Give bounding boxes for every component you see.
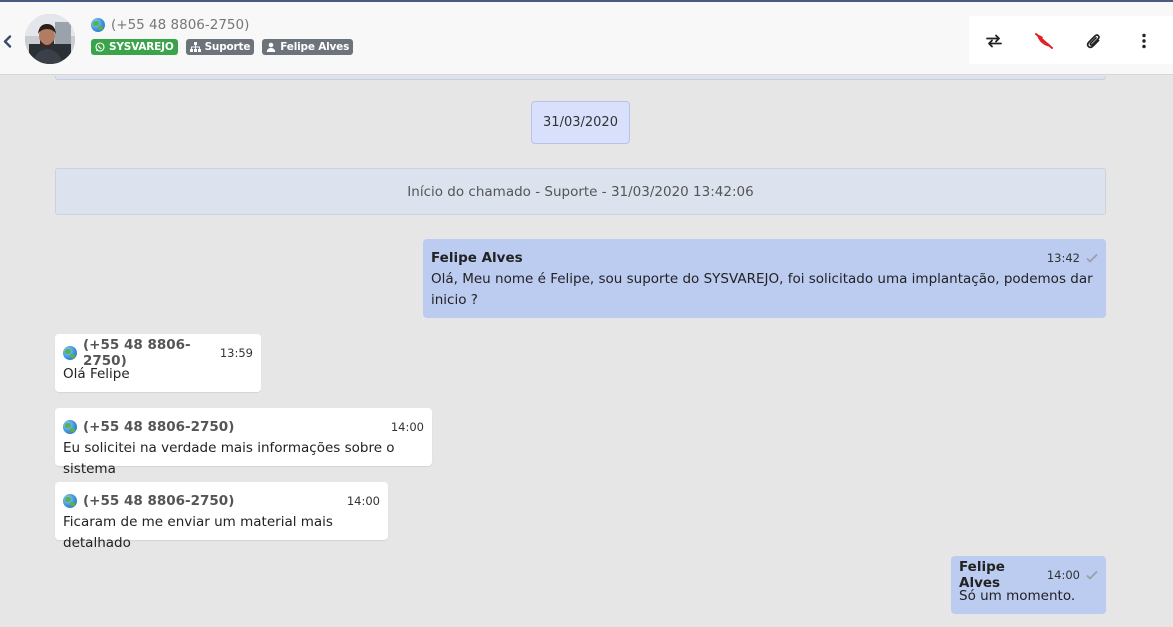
user-photo-icon xyxy=(25,14,75,64)
header-actions xyxy=(969,16,1173,64)
globe-icon xyxy=(91,18,105,32)
contact-info: (+55 48 8806-2750) xyxy=(91,16,249,34)
message-time: 14:00 xyxy=(390,420,424,434)
message-outgoing[interactable]: Felipe Alves 14:00 Só um momento. xyxy=(951,556,1106,614)
message-text: Ficaram de me enviar um material mais de… xyxy=(63,514,333,551)
message-time: 14:00 xyxy=(1046,568,1080,582)
chevron-left-icon xyxy=(3,34,11,48)
attach-button[interactable] xyxy=(1083,30,1105,52)
tag-agent-label: Felipe Alves xyxy=(280,41,350,53)
end-call-button[interactable] xyxy=(1033,30,1055,52)
message-header: (+55 48 8806-2750) 13:59 xyxy=(63,337,253,369)
message-sender: (+55 48 8806-2750) xyxy=(83,419,235,435)
contact-phone: (+55 48 8806-2750) xyxy=(111,17,250,33)
message-sender: (+55 48 8806-2750) xyxy=(83,493,235,509)
globe-icon xyxy=(63,494,77,508)
tag-agent: Felipe Alves xyxy=(262,39,354,55)
message-time: 13:42 xyxy=(1046,251,1080,265)
message-text: Eu solicitei na verdade mais informações… xyxy=(63,440,395,477)
avatar[interactable] xyxy=(25,14,75,64)
tag-list: SYSVAREJO Suporte Felipe Alves xyxy=(91,39,354,55)
globe-icon xyxy=(63,346,77,360)
more-options-button[interactable] xyxy=(1133,30,1155,52)
message-header: (+55 48 8806-2750) 14:00 xyxy=(63,416,424,438)
message-incoming[interactable]: (+55 48 8806-2750) 13:59 Olá Felipe xyxy=(55,334,261,392)
check-icon xyxy=(1086,253,1098,263)
chat-messages[interactable]: 31/03/2020 Início do chamado - Suporte -… xyxy=(0,76,1173,627)
sitemap-icon xyxy=(189,42,201,52)
transfer-icon xyxy=(986,34,1002,48)
ticket-start-notice: Início do chamado - Suporte - 31/03/2020… xyxy=(55,168,1106,215)
whatsapp-icon xyxy=(95,42,105,52)
transfer-button[interactable] xyxy=(983,30,1005,52)
message-header: Felipe Alves 13:42 xyxy=(431,247,1098,269)
previous-system-notice xyxy=(55,76,1106,80)
message-incoming[interactable]: (+55 48 8806-2750) 14:00 Eu solicitei na… xyxy=(55,408,432,477)
message-text: Olá, Meu nome é Felipe, sou suporte do S… xyxy=(431,271,1093,308)
tag-department: Suporte xyxy=(185,39,255,55)
tag-channel-label: SYSVAREJO xyxy=(109,41,174,53)
back-button[interactable] xyxy=(1,31,13,51)
tag-department-label: Suporte xyxy=(204,41,251,53)
message-header: Felipe Alves 14:00 xyxy=(959,559,1098,591)
message-outgoing[interactable]: Felipe Alves 13:42 Olá, Meu nome é Felip… xyxy=(423,239,1106,318)
tag-channel: SYSVAREJO xyxy=(91,39,178,55)
user-icon xyxy=(267,42,276,52)
globe-icon xyxy=(63,420,77,434)
check-icon xyxy=(1086,570,1098,580)
message-text: Só um momento. xyxy=(959,588,1076,604)
message-header: (+55 48 8806-2750) 14:00 xyxy=(63,490,380,512)
end-call-icon xyxy=(1035,33,1053,49)
message-time: 14:00 xyxy=(346,494,380,508)
message-incoming[interactable]: (+55 48 8806-2750) 14:00 Ficaram de me e… xyxy=(55,482,388,551)
more-vertical-icon xyxy=(1142,33,1146,49)
date-separator: 31/03/2020 xyxy=(531,101,630,144)
paperclip-icon xyxy=(1086,34,1100,49)
message-sender: Felipe Alves xyxy=(431,250,523,266)
message-time: 13:59 xyxy=(219,346,253,360)
chat-header: (+55 48 8806-2750) SYSVAREJO Suporte Fel… xyxy=(0,2,1173,75)
